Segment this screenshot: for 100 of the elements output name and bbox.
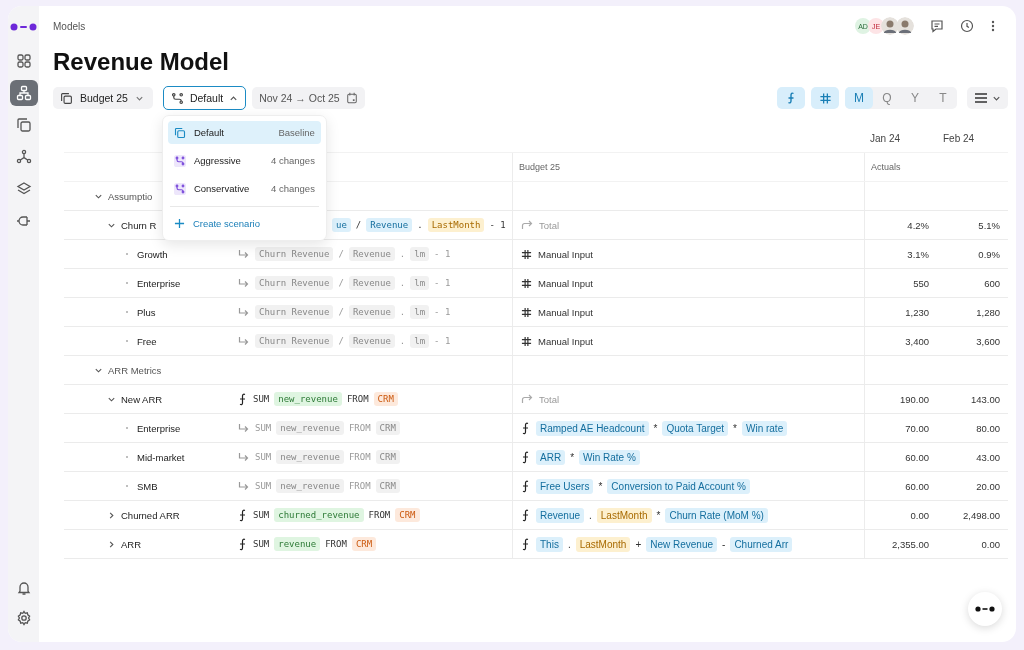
scenario-dropdown[interactable]: Default [162, 86, 247, 110]
row-label: Mid-market [137, 451, 185, 463]
formula-toggle[interactable] [777, 87, 805, 109]
assistant-button[interactable] [968, 592, 1002, 626]
table-cell: 4.2% [907, 219, 929, 231]
date-range-picker[interactable]: Nov 24 → Oct 25 [252, 87, 365, 109]
calendar-icon [345, 92, 358, 104]
function-icon [521, 421, 530, 435]
inherit-arrow-icon [238, 336, 249, 346]
hash-icon [521, 248, 532, 260]
function-icon [521, 537, 530, 551]
row-label: Assumptio [108, 190, 153, 202]
hash-icon [521, 306, 532, 318]
row-label: Growth [137, 248, 168, 260]
inherit-arrow-icon [238, 307, 249, 317]
formula[interactable]: Ramped AE Headcount * Quota Target * Win rate [536, 420, 788, 436]
function-icon [785, 91, 797, 105]
column-header: Budget 25 [519, 162, 561, 172]
menu-icon [974, 92, 988, 104]
function-icon [238, 508, 247, 522]
function-icon [238, 537, 247, 551]
table-cell: 60.00 [905, 480, 929, 492]
function-icon [238, 392, 247, 406]
table-cell: 43.00 [976, 451, 1000, 463]
column-header: Jan 24 [870, 132, 901, 144]
logo-icon [9, 22, 38, 32]
column-header: Actuals [871, 162, 901, 172]
hash-icon [521, 335, 532, 347]
column-header: Feb 24 [943, 132, 975, 144]
create-scenario-button[interactable]: Create scenario [167, 212, 321, 235]
inherit-arrow-icon [238, 278, 249, 288]
version-dropdown[interactable]: Budget 25 [53, 87, 153, 109]
comment-icon[interactable] [930, 19, 944, 33]
table-cell: 1,230 [905, 306, 929, 318]
table-cell: 0.00 [910, 509, 929, 521]
table-cell: 600 [984, 277, 1000, 289]
inherit-arrow-icon [238, 423, 249, 433]
function-icon [521, 479, 530, 493]
formula[interactable]: SUM revenue FROM CRM [253, 537, 377, 551]
number-toggle[interactable] [811, 87, 839, 109]
copy-icon [173, 126, 186, 139]
manual-input-label: Manual Input [538, 306, 593, 318]
avatar [881, 17, 899, 35]
row-label: Churn R [121, 219, 157, 231]
table-cell: 3,600 [976, 335, 1000, 347]
clock-icon[interactable] [960, 19, 974, 33]
inherit-arrow-icon [238, 481, 249, 491]
row-label: Free [137, 335, 157, 347]
copy-icon [60, 91, 73, 105]
rollup-arrow-icon [521, 394, 533, 404]
table-cell: 80.00 [976, 422, 1000, 434]
manual-input-label: Manual Input [538, 248, 593, 260]
table-cell: 70.00 [905, 422, 929, 434]
settings-icon[interactable] [15, 610, 32, 626]
logo-icon [975, 605, 995, 613]
scenario-option[interactable]: Default Baseline [167, 121, 321, 144]
chevron-icon[interactable] [107, 510, 116, 520]
formula[interactable]: This . LastMonth + New Revenue - Churned Arr [536, 536, 793, 552]
row-label: ARR Metrics [108, 364, 162, 376]
branch-icon [170, 91, 184, 105]
breadcrumb[interactable]: Models [53, 20, 86, 32]
table-cell: 5.1% [978, 219, 1000, 231]
row-label: ARR [121, 538, 142, 550]
table-cell: 190.00 [899, 393, 929, 405]
period-tab[interactable]: M [845, 87, 873, 109]
branch-icon [173, 182, 186, 195]
total-label: Total [539, 393, 560, 405]
scenario-option[interactable]: Conservative 4 changes [167, 177, 321, 200]
table-cell: 2,498.00 [963, 509, 1000, 521]
table-cell: 143.00 [970, 393, 1000, 405]
manual-input-label: Manual Input [538, 277, 593, 289]
rollup-arrow-icon [521, 220, 533, 230]
view-menu-button[interactable] [967, 87, 1008, 109]
row-label: Enterprise [137, 422, 181, 434]
table-cell: 60.00 [905, 451, 929, 463]
row-label: New ARR [121, 393, 163, 405]
inherit-arrow-icon [238, 452, 249, 462]
formula[interactable]: SUM new_revenue FROM CRM [253, 392, 398, 406]
more-icon[interactable] [990, 19, 996, 33]
table-cell: 3,400 [905, 335, 929, 347]
table-cell: 3.1% [907, 248, 929, 260]
avatar [896, 17, 914, 35]
formula[interactable]: ue / Revenue . LastMonth - 1 [332, 218, 506, 232]
table-cell: 0.9% [978, 248, 1000, 260]
hash-icon [818, 91, 832, 105]
chevron-icon[interactable] [107, 539, 116, 549]
table-cell: 20.00 [976, 480, 1000, 492]
row-label: SMB [137, 480, 158, 492]
inherit-arrow-icon [238, 249, 249, 259]
function-icon [521, 508, 530, 522]
total-label: Total [539, 219, 560, 231]
caret-icon [229, 93, 239, 103]
table-cell: 2,355.00 [892, 538, 929, 550]
table-cell: 0.00 [981, 538, 1000, 550]
scenario-option[interactable]: Aggressive 4 changes [167, 149, 321, 172]
page-title: Revenue Model [53, 48, 231, 76]
formula[interactable]: Revenue . LastMonth * Churn Rate (MoM %) [536, 507, 768, 523]
row-label: Enterprise [137, 277, 181, 289]
sidebar-hierarchy-icon[interactable] [9, 80, 38, 106]
bell-icon[interactable] [15, 580, 32, 596]
